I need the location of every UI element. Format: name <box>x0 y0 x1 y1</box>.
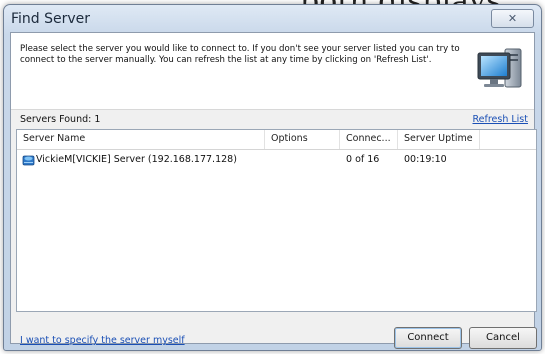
column-header-server-uptime[interactable]: Server Uptime <box>398 130 480 149</box>
table-header: Server Name Options Connec... Server Upt… <box>17 130 536 150</box>
options-cell <box>265 151 340 168</box>
table-row[interactable]: VickieM[VICKIE] Server (192.168.177.128)… <box>19 151 534 168</box>
server-name-cell: VickieM[VICKIE] Server (192.168.177.128) <box>19 151 265 168</box>
connections-cell: 0 of 16 <box>346 154 380 165</box>
column-header-connections[interactable]: Connec... <box>340 130 398 149</box>
find-server-dialog: Find Server ✕ Please select the server y… <box>3 4 542 351</box>
header-area: Please select the server you would like … <box>11 33 534 110</box>
server-globe-icon <box>22 155 35 165</box>
refresh-list-link[interactable]: Refresh List <box>472 114 528 125</box>
specify-server-link[interactable]: I want to specify the server myself <box>20 335 185 346</box>
uptime-cell: 00:19:10 <box>404 154 447 165</box>
connect-button[interactable]: Connect <box>394 327 462 349</box>
computer-monitor-icon <box>477 48 522 88</box>
column-header-server-name[interactable]: Server Name <box>17 130 265 149</box>
dialog-title: Find Server <box>11 11 91 27</box>
cancel-button[interactable]: Cancel <box>469 327 537 349</box>
servers-found-label: Servers Found: 1 <box>20 114 101 125</box>
dialog-body: Please select the server you would like … <box>10 32 537 349</box>
server-name-text: VickieM[VICKIE] Server (192.168.177.128) <box>36 154 237 165</box>
column-header-options[interactable]: Options <box>265 130 340 149</box>
instructions-text: Please select the server you would like … <box>20 44 460 65</box>
close-icon: ✕ <box>507 12 518 25</box>
close-button[interactable]: ✕ <box>491 9 534 28</box>
server-list[interactable]: Server Name Options Connec... Server Upt… <box>16 129 537 312</box>
title-bar[interactable]: Find Server ✕ <box>4 5 541 33</box>
